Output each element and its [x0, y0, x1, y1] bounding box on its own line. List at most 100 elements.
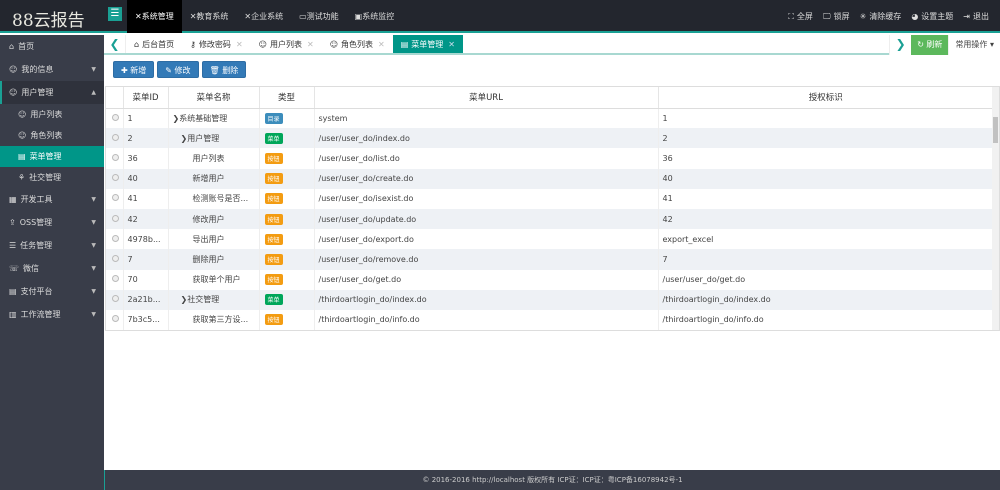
type-badge: 菜单	[264, 132, 283, 144]
select-cell[interactable]	[106, 208, 124, 230]
row-radio[interactable]	[112, 194, 119, 202]
column-header[interactable]: 授权标识	[658, 87, 994, 109]
row-radio[interactable]	[112, 254, 119, 262]
top-action[interactable]: ◕ 设置主题	[906, 0, 958, 33]
topnav-item[interactable]: ✕企业系统	[236, 0, 291, 33]
action-icon: ◕	[911, 12, 919, 21]
close-icon[interactable]: ✕	[236, 40, 243, 49]
table-row[interactable]: 2a21b... ❯社交管理 菜单/thirdoartlogin_do/index.…	[106, 289, 994, 310]
tab[interactable]: ☺ 用户列表 ✕	[251, 35, 322, 53]
sidebar-item[interactable]: ▤ 支付平台 ▼	[0, 280, 104, 303]
tab[interactable]: ▤ 菜单管理 ✕	[392, 35, 463, 53]
common-ops-dropdown[interactable]: 常用操作 ▾	[948, 35, 1000, 55]
scroll-thumb[interactable]	[993, 117, 998, 143]
sidebar-subitem[interactable]: ☺ 角色列表	[0, 125, 104, 146]
column-header[interactable]: 菜单ID	[123, 87, 169, 109]
nav-icon: ✕	[135, 12, 142, 21]
table-row[interactable]: 70 获取单个用户 按钮/user/user_do/get.do/user/user…	[106, 269, 994, 290]
sidebar-item[interactable]: ⇪ OSS管理 ▼	[0, 211, 104, 234]
add-button[interactable]: ✚ 新增	[113, 61, 155, 78]
edit-button[interactable]: ✎ 修改	[157, 61, 199, 78]
refresh-button[interactable]: ↻ 刷新	[911, 35, 949, 55]
select-cell[interactable]	[106, 289, 124, 310]
select-cell[interactable]	[106, 269, 124, 290]
select-cell[interactable]	[106, 309, 124, 330]
id-cell: 7b3c5...	[123, 309, 169, 330]
select-cell[interactable]	[106, 108, 124, 129]
top-bar: 88云报告 ☰ ✕系统管理 ✕教育系统 ✕企业系统 ▭测试功能 ▣系统监控 ⛶ 全屏 🖵 锁屏…	[0, 0, 1000, 33]
select-cell[interactable]	[106, 168, 124, 189]
top-action[interactable]: 🖵 锁屏	[818, 0, 855, 33]
delete-button[interactable]: 🗑 删除	[201, 61, 247, 78]
close-icon[interactable]: ✕	[307, 40, 314, 49]
row-radio[interactable]	[112, 234, 119, 242]
table-row[interactable]: 4978b... 导出用户 按钮/user/user_do/export.do exp…	[106, 229, 994, 250]
tabs-next-button[interactable]: ❯	[889, 35, 912, 55]
topnav-item[interactable]: ✕教育系统	[182, 0, 237, 33]
table-row[interactable]: 40 新增用户 按钮/user/user_do/create.do 40	[106, 168, 994, 189]
sidebar-subitem[interactable]: ☺ 用户列表	[0, 104, 104, 125]
table-row[interactable]: 42 修改用户 按钮/user/user_do/update.do 42	[106, 208, 994, 230]
top-action[interactable]: ✳ 清除缓存	[855, 0, 907, 33]
sidebar-item[interactable]: ☺ 我的信息 ▼	[0, 58, 104, 81]
sidebar-subitem[interactable]: ⚘ 社交管理	[0, 167, 104, 188]
column-header[interactable]: 菜单URL	[314, 87, 659, 109]
table-row[interactable]: 41 检测账号是否... 按钮/user/user_do/isexist.do 41	[106, 188, 994, 209]
select-cell[interactable]	[106, 188, 124, 209]
select-cell[interactable]	[106, 128, 124, 149]
table-row[interactable]: 7 删除用户 按钮/user/user_do/remove.do 7	[106, 249, 994, 270]
tab[interactable]: ⚷ 修改密码 ✕	[182, 35, 251, 53]
type-badge: 按钮	[264, 213, 283, 225]
table-scrollbar[interactable]	[992, 87, 999, 330]
row-radio[interactable]	[112, 174, 119, 182]
select-cell[interactable]	[106, 249, 124, 270]
id-cell: 36	[123, 148, 169, 169]
table-row[interactable]: 36 用户列表 按钮/user/user_do/list.do 36	[106, 148, 994, 169]
row-radio[interactable]	[112, 214, 119, 222]
nav-icon: ▭	[299, 12, 307, 21]
topnav-item[interactable]: ✕系统管理	[127, 0, 182, 33]
column-header[interactable]: 类型	[259, 87, 315, 109]
row-radio[interactable]	[112, 153, 119, 161]
sidebar-item[interactable]: ▦ 开发工具 ▼	[0, 188, 104, 211]
select-cell[interactable]	[106, 148, 124, 169]
row-radio[interactable]	[112, 133, 119, 141]
sidebar-item[interactable]: ☏ 微信 ▼	[0, 257, 104, 280]
caret-icon: ▼	[91, 66, 96, 73]
sidebar-item[interactable]: ⌂ 首页	[0, 35, 104, 58]
perm-cell: 1	[658, 108, 994, 129]
row-radio[interactable]	[112, 275, 119, 283]
caret-icon: ▼	[91, 288, 96, 295]
action-icon: ✳	[859, 12, 867, 21]
sidebar-item[interactable]: ☰ 任务管理 ▼	[0, 234, 104, 257]
close-icon[interactable]: ✕	[378, 40, 385, 49]
action-icon: ⇥	[963, 12, 970, 21]
tabs-prev-button[interactable]: ❮	[104, 35, 126, 53]
top-action[interactable]: ⇥ 退出	[958, 0, 994, 33]
table-row[interactable]: 1 ❯系统基础管理 目录 system 1	[106, 108, 994, 129]
table-row[interactable]: 7b3c5... 获取第三方设... 按钮/thirdoartlogin_do/in…	[106, 309, 994, 330]
row-radio[interactable]	[112, 315, 119, 323]
sidebar-icon: ⇪	[9, 218, 16, 227]
name-cell: 删除用户	[168, 249, 260, 270]
menu-toggle-icon[interactable]: ☰	[108, 7, 122, 21]
select-cell[interactable]	[106, 229, 124, 250]
tab[interactable]: ☺ 角色列表 ✕	[322, 35, 393, 53]
tab[interactable]: ⌂ 后台首页	[126, 35, 182, 53]
id-cell: 70	[123, 269, 169, 290]
table-row[interactable]: 2 ❯用户管理 菜单/user/user_do/index.do 2	[106, 128, 994, 149]
top-action[interactable]: ⛶ 全屏	[783, 0, 818, 33]
sidebar-subitem[interactable]: ▤ 菜单管理	[0, 146, 104, 167]
action-icon: 🖵	[822, 12, 831, 21]
close-icon[interactable]: ✕	[448, 40, 455, 49]
topnav-item[interactable]: ▭测试功能	[291, 0, 347, 33]
column-header[interactable]: 菜单名称	[168, 87, 260, 109]
sidebar-item[interactable]: ☺ 用户管理 ▲	[0, 81, 104, 104]
tab-icon: ☺	[258, 40, 267, 49]
row-radio[interactable]	[112, 113, 119, 121]
sidebar-item[interactable]: ▥ 工作流管理 ▼	[0, 303, 104, 326]
sidebar-label: 首页	[18, 42, 35, 51]
row-radio[interactable]	[112, 295, 119, 303]
topnav-item[interactable]: ▣系统监控	[347, 0, 403, 33]
sidebar-label: OSS管理	[19, 218, 53, 227]
